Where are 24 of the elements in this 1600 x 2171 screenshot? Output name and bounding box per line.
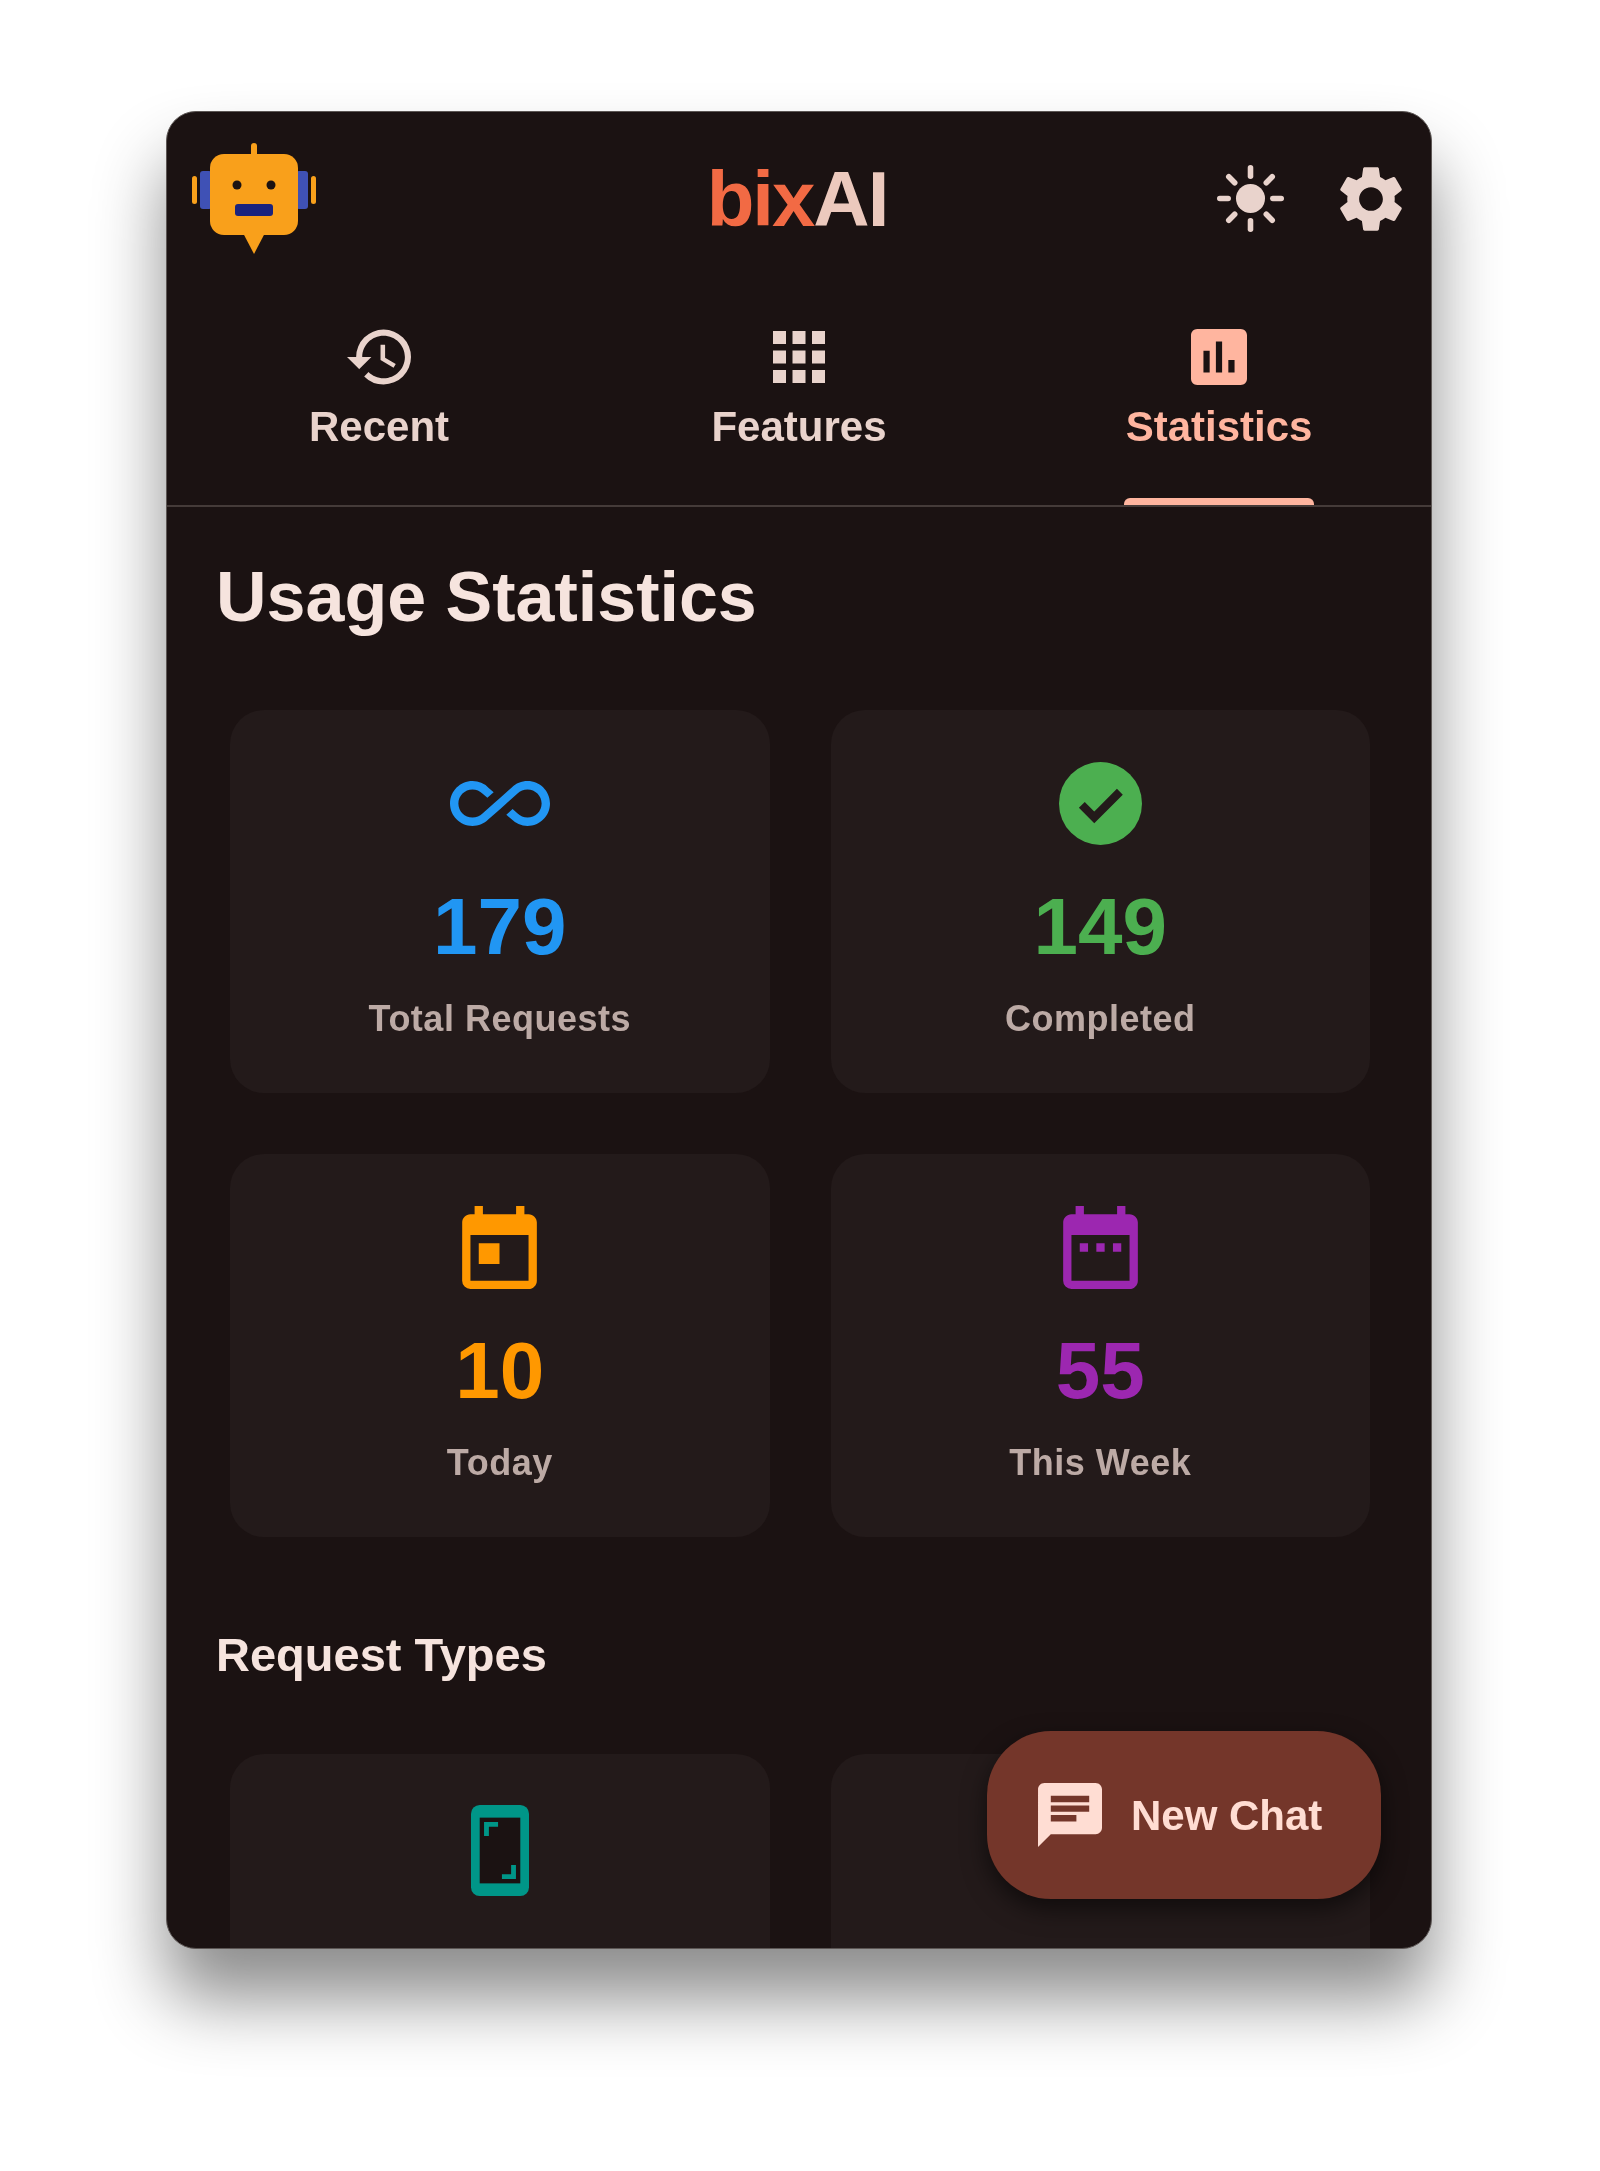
new-chat-button[interactable]: New Chat (987, 1731, 1381, 1899)
bar-chart-icon (1191, 328, 1247, 385)
stat-value: 149 (1033, 887, 1167, 967)
infinity-icon (449, 780, 550, 826)
sun-icon[interactable] (1217, 165, 1284, 232)
stat-label: Total Requests (368, 1001, 631, 1037)
calendar-icon (462, 1205, 538, 1289)
tab[interactable]: Features (604, 285, 994, 505)
robot-logo-icon (192, 143, 316, 254)
stat-label: Today (446, 1445, 553, 1481)
tab[interactable]: Statistics (1024, 285, 1414, 505)
settings-icon[interactable] (1340, 165, 1402, 232)
calendar-icon (1062, 1205, 1138, 1289)
stat-label: Completed (1005, 1001, 1196, 1037)
stat-value: 10 (455, 1331, 545, 1411)
stat-value: 179 (433, 887, 567, 967)
history-icon (347, 328, 411, 385)
chat-icon (1038, 1782, 1102, 1848)
stat-label: This Week (1009, 1445, 1192, 1481)
stat-value: 55 (1055, 1331, 1145, 1411)
check-circle-icon (1058, 761, 1142, 845)
app-title: bixAI (706, 159, 888, 238)
tab[interactable]: Recent (184, 285, 574, 505)
grid-icon (773, 330, 825, 383)
